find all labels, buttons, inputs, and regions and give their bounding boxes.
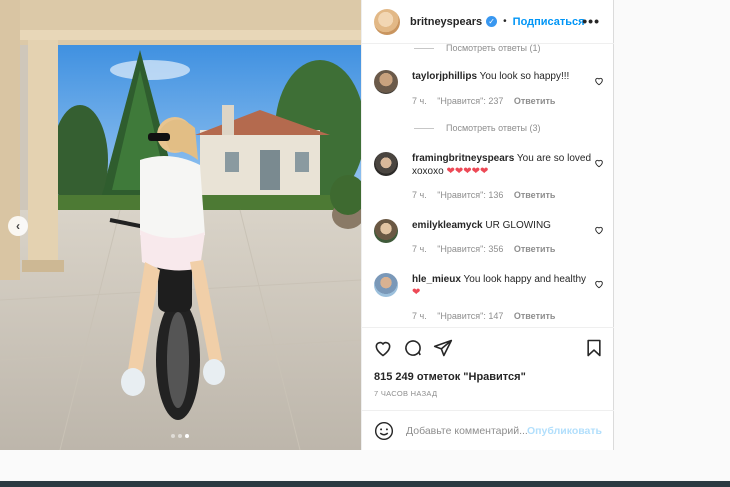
comment-text: You look so happy!!!	[479, 71, 570, 82]
carousel-indicator	[171, 434, 189, 438]
share-icon[interactable]	[433, 338, 453, 358]
comment-time: 7 ч.	[412, 244, 427, 254]
post-actions	[362, 327, 614, 367]
comment-text: UR GLOWING	[485, 220, 551, 231]
comment-meta: 7 ч. "Нравится": 356 Ответить	[412, 244, 563, 254]
reply-button[interactable]: Ответить	[514, 311, 556, 321]
heart-icon[interactable]	[594, 279, 604, 289]
photo-image	[0, 0, 361, 450]
view-replies-label: Посмотреть ответы (1)	[446, 44, 541, 53]
reply-button[interactable]: Ответить	[514, 244, 556, 254]
comment-body: taylorjphillips You look so happy!!!	[412, 70, 592, 83]
comment-input[interactable]: Добавьте комментарий...	[406, 425, 528, 437]
comment-text: You look happy and healthy	[463, 274, 587, 285]
comment-emoji: ❤❤❤❤❤	[446, 166, 489, 177]
taskbar	[0, 481, 730, 487]
reply-button[interactable]: Ответить	[514, 96, 556, 106]
carousel-dot	[171, 434, 175, 438]
page: ‹ britneyspears ✓ • Подписаться ••• Посм…	[0, 0, 730, 487]
separator-dot: •	[503, 16, 507, 27]
comment-body: hle_mieux You look happy and healthy ❤	[412, 273, 592, 299]
chevron-left-icon: ‹	[16, 219, 20, 233]
heart-icon[interactable]	[594, 225, 604, 235]
avatar[interactable]	[374, 152, 398, 176]
comment-time: 7 ч.	[412, 96, 427, 106]
comment-body: emilykleamyck UR GLOWING	[412, 219, 592, 232]
add-comment-bar: Добавьте комментарий... Опубликовать	[362, 410, 614, 450]
avatar[interactable]	[374, 70, 398, 94]
comment-likes[interactable]: "Нравится": 136	[437, 190, 503, 200]
comment-item: framingbritneyspears You are so loved xo…	[374, 152, 610, 202]
heart-icon[interactable]	[594, 158, 604, 168]
follow-button[interactable]: Подписаться	[513, 16, 585, 28]
comment-item: hle_mieux You look happy and healthy ❤ 7…	[374, 273, 610, 327]
comment-likes[interactable]: "Нравится": 147	[437, 311, 503, 321]
view-replies-button[interactable]: Посмотреть ответы (3)	[362, 121, 614, 135]
heart-icon[interactable]	[373, 338, 393, 358]
post-modal: ‹ britneyspears ✓ • Подписаться ••• Посм…	[0, 0, 614, 450]
carousel-dot-active	[185, 434, 189, 438]
avatar[interactable]	[374, 273, 398, 297]
comment-likes[interactable]: "Нравится": 237	[437, 96, 503, 106]
emoji-icon[interactable]	[374, 421, 394, 441]
divider	[414, 127, 434, 129]
post-header: britneyspears ✓ • Подписаться •••	[362, 0, 614, 44]
view-replies-label: Посмотреть ответы (3)	[446, 123, 541, 133]
comment-emoji: ❤	[412, 287, 421, 298]
comment-time: 7 ч.	[412, 311, 427, 321]
comment-username[interactable]: emilykleamyck	[412, 220, 483, 231]
comments-list[interactable]: Посмотреть ответы (1) taylorjphillips Yo…	[362, 44, 614, 327]
comment-meta: 7 ч. "Нравится": 147 Ответить	[412, 311, 563, 321]
comment-username[interactable]: framingbritneyspears	[412, 153, 514, 164]
comment-time: 7 ч.	[412, 190, 427, 200]
post-photo[interactable]: ‹	[0, 0, 361, 450]
comment-meta: 7 ч. "Нравится": 237 Ответить	[412, 96, 563, 106]
post-time: 7 ЧАСОВ НАЗАД	[374, 389, 438, 398]
avatar[interactable]	[374, 8, 400, 35]
publish-button[interactable]: Опубликовать	[527, 425, 602, 437]
view-replies-button[interactable]: Посмотреть ответы (1)	[362, 44, 614, 55]
post-side-panel: britneyspears ✓ • Подписаться ••• Посмот…	[361, 0, 614, 450]
divider	[414, 47, 434, 49]
likes-count[interactable]: 815 249 отметок "Нравится"	[374, 371, 526, 383]
comment-username[interactable]: hle_mieux	[412, 274, 461, 285]
avatar[interactable]	[374, 219, 398, 243]
comment-item: emilykleamyck UR GLOWING 7 ч. "Нравится"…	[374, 219, 610, 259]
comment-username[interactable]: taylorjphillips	[412, 71, 477, 82]
reply-button[interactable]: Ответить	[514, 190, 556, 200]
comment-likes[interactable]: "Нравится": 356	[437, 244, 503, 254]
carousel-dot	[178, 434, 182, 438]
more-options-icon[interactable]: •••	[582, 13, 600, 29]
heart-icon[interactable]	[594, 76, 604, 86]
comment-meta: 7 ч. "Нравится": 136 Ответить	[412, 190, 563, 200]
author-username[interactable]: britneyspears	[410, 16, 482, 28]
verified-icon: ✓	[486, 16, 498, 27]
comment-body: framingbritneyspears You are so loved xo…	[412, 152, 592, 178]
carousel-prev-button[interactable]: ‹	[8, 216, 28, 236]
comment-icon[interactable]	[403, 338, 423, 358]
bookmark-icon[interactable]	[584, 338, 604, 358]
